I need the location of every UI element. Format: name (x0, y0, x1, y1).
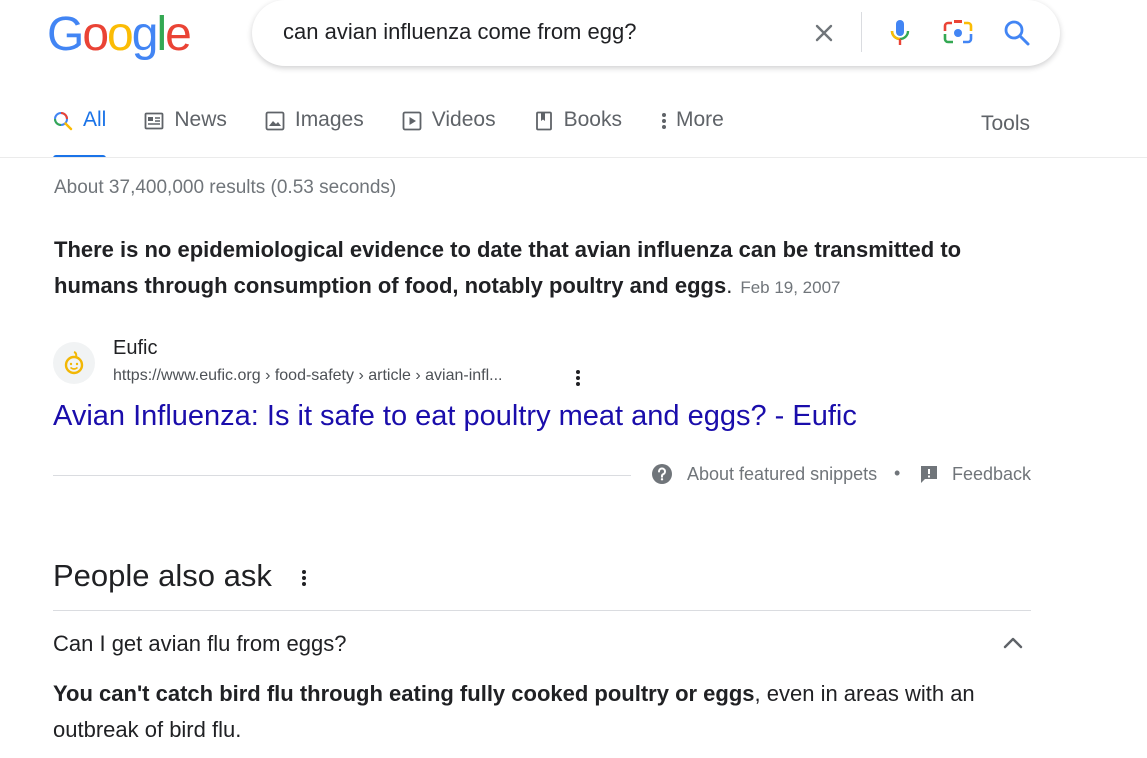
search-tabs: All News Images Videos Books More (53, 108, 762, 158)
people-also-ask-title: People also ask (53, 558, 272, 593)
logo-letter: l (156, 8, 167, 61)
snippet-date: Feb 19, 2007 (740, 278, 841, 297)
camera-lens-icon (943, 20, 973, 44)
chevron-up-icon (1003, 637, 1023, 649)
result-stats: About 37,400,000 results (0.53 seconds) (54, 177, 397, 198)
tab-videos[interactable]: Videos (402, 108, 496, 158)
news-icon (144, 110, 164, 132)
feedback-icon (921, 466, 937, 483)
paa-answer: You can't catch bird flu through eating … (53, 676, 1053, 748)
people-also-ask-options-button[interactable] (293, 565, 315, 591)
site-url[interactable]: https://www.eufic.org › food-safety › ar… (113, 367, 502, 385)
close-icon (815, 24, 833, 42)
logo-letter: e (165, 8, 192, 61)
tab-label: News (174, 108, 227, 131)
google-logo[interactable]: Google (47, 8, 192, 61)
more-vert-icon (660, 110, 668, 132)
image-search-button[interactable] (940, 16, 976, 50)
search-submit-button[interactable] (1000, 16, 1034, 50)
collapse-question-button[interactable] (1000, 630, 1026, 656)
help-icon (652, 464, 672, 484)
tab-label: Images (294, 108, 364, 131)
result-title-link[interactable]: Avian Influenza: Is it safe to eat poult… (53, 400, 857, 433)
featured-snippet-text: There is no epidemiological evidence to … (54, 232, 1044, 306)
logo-letter: o (107, 8, 134, 61)
search-input[interactable] (283, 18, 783, 46)
feedback-label: Feedback (952, 463, 1032, 484)
paa-answer-bold: You can't catch bird flu through eating … (53, 681, 755, 706)
feedback-link[interactable]: Feedback (918, 463, 1031, 485)
search-icon (1004, 20, 1030, 46)
search-box (252, 0, 1060, 66)
image-icon (265, 110, 285, 132)
logo-letter: o (82, 8, 109, 61)
site-name[interactable]: Eufic (113, 337, 157, 360)
microphone-icon (890, 20, 910, 45)
tab-more[interactable]: More (660, 108, 724, 158)
about-snippets-label: About featured snippets (687, 463, 878, 484)
logo-letter: G (47, 8, 84, 61)
tab-label: More (675, 108, 724, 131)
logo-letter: g (131, 8, 159, 61)
eufic-logo-icon (64, 351, 84, 375)
voice-search-button[interactable] (884, 16, 916, 50)
tab-label: Books (563, 108, 622, 131)
snippet-divider (53, 475, 631, 476)
video-icon (402, 110, 422, 132)
people-also-ask-divider (53, 610, 1031, 611)
paa-question[interactable]: Can I get avian flu from eggs? (53, 631, 347, 657)
tools-button[interactable]: Tools (981, 112, 1030, 136)
result-options-button[interactable] (568, 366, 588, 390)
tab-books[interactable]: Books (534, 108, 622, 158)
about-featured-snippets-link[interactable]: About featured snippets (651, 463, 877, 485)
more-vert-icon (302, 570, 306, 586)
tab-images[interactable]: Images (265, 108, 364, 158)
snippet-tail-text: . (726, 273, 733, 298)
tab-label: Videos (431, 108, 496, 131)
tab-news[interactable]: News (144, 108, 227, 158)
clear-search-button[interactable] (808, 17, 840, 49)
book-icon (534, 110, 554, 132)
more-vert-icon (576, 370, 580, 386)
tabs-divider (0, 157, 1147, 158)
search-icon (53, 110, 73, 132)
search-divider (861, 12, 862, 52)
site-favicon[interactable] (53, 342, 95, 384)
tab-all[interactable]: All (53, 108, 107, 158)
tab-label: All (83, 108, 107, 131)
separator-dot: • (894, 463, 901, 483)
